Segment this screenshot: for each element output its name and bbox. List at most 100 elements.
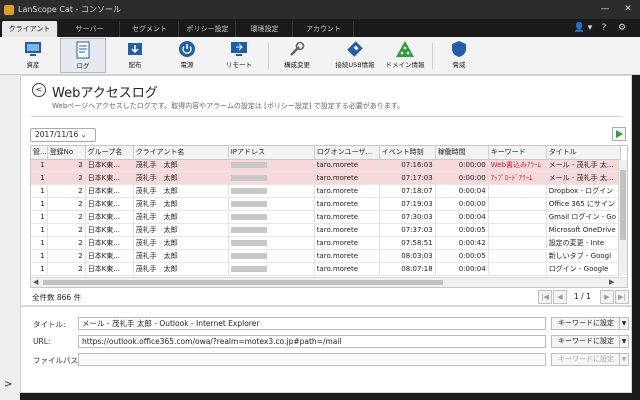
pager: |◀ ◀ 1 / 1 ▶ ▶| bbox=[538, 290, 629, 304]
page-title: Webアクセスログ bbox=[52, 86, 158, 101]
toolbar-threat-button[interactable]: 脅威 bbox=[436, 38, 482, 73]
cell-dur: 0:00:04 bbox=[435, 184, 489, 199]
prev-page-button[interactable]: ◀ bbox=[553, 290, 567, 304]
cell-no: 2 bbox=[47, 171, 86, 186]
help-icon[interactable]: ? bbox=[598, 21, 610, 35]
toolbar-usb-button[interactable]: 接続USB情報 bbox=[330, 38, 380, 73]
app-logo-icon bbox=[4, 4, 14, 15]
expand-chevron-icon[interactable]: > bbox=[4, 379, 12, 390]
window-titlebar: LanScope Cat - コンソール — ✕ bbox=[0, 0, 640, 19]
table-row[interactable]: 1 2 日本K東... 茂礼手 太郎 taro.morete 07:17:03 0:00:0… bbox=[31, 171, 621, 186]
horizontal-scrollbar[interactable]: ◀ ▶ bbox=[31, 277, 627, 287]
tab-segment[interactable]: セグメント bbox=[121, 21, 179, 37]
col-header-group[interactable]: グループ名 bbox=[85, 146, 134, 160]
detail-splitter[interactable] bbox=[21, 305, 631, 307]
export-button[interactable] bbox=[612, 127, 626, 141]
keyword-url-dropdown-icon[interactable]: ▼ bbox=[619, 335, 629, 348]
toolbar-remote-button[interactable]: リモート bbox=[216, 38, 262, 73]
domain-icon bbox=[396, 41, 414, 57]
page-description: Webページへアクセスしたログです。取得内容やアラームの設定は [ポリシー設定]… bbox=[52, 102, 405, 110]
cell-group: 日本K東... bbox=[85, 223, 134, 237]
table-row[interactable]: 1 2 日本K東... 茂礼手 太郎 taro.morete 08:03:03 0:00:0… bbox=[31, 249, 621, 263]
keyword-title-dropdown-icon[interactable]: ▼ bbox=[619, 317, 629, 330]
toolbar-power-button[interactable]: 電源 bbox=[164, 38, 210, 73]
cell-c0: 1 bbox=[31, 236, 48, 250]
cell-client: 茂礼手 太郎 bbox=[133, 184, 229, 199]
col-header-event-time[interactable]: イベント時刻 bbox=[379, 146, 436, 160]
first-page-button[interactable]: |◀ bbox=[538, 290, 552, 304]
scroll-right-arrow-icon[interactable]: ▶ bbox=[609, 278, 614, 286]
toolbar-domain-button[interactable]: ドメイン情報 bbox=[382, 38, 428, 73]
horizontal-scroll-thumb[interactable] bbox=[43, 280, 443, 285]
back-button[interactable]: < bbox=[32, 83, 46, 97]
keyword-path-dropdown-icon[interactable]: ▼ bbox=[619, 353, 629, 366]
col-header-keyword[interactable]: キーワード bbox=[488, 146, 547, 160]
col-header-logon-user[interactable]: ログオンユーザ... bbox=[314, 146, 380, 160]
col-header-title[interactable]: タイトル bbox=[546, 146, 621, 160]
date-select[interactable]: 2017/11/16 ⌄ bbox=[30, 128, 96, 142]
col-header-ip[interactable]: IPアドレス bbox=[228, 146, 315, 160]
tab-server[interactable]: サーバー bbox=[60, 21, 120, 37]
cell-user: taro.morete bbox=[314, 197, 380, 212]
cell-dur: 0:00:04 bbox=[435, 262, 489, 276]
cell-user: taro.morete bbox=[314, 262, 380, 276]
table-row[interactable]: 1 2 日本K東... 茂礼手 太郎 taro.morete 07:16:03 0:00:0… bbox=[31, 159, 621, 173]
cell-kw bbox=[488, 197, 547, 212]
col-header-reg-no[interactable]: 登録No bbox=[47, 146, 86, 160]
cell-dur: 0:00:05 bbox=[435, 249, 489, 263]
cell-no: 2 bbox=[47, 197, 86, 212]
cell-user: taro.morete bbox=[314, 223, 380, 237]
remote-icon bbox=[231, 42, 247, 56]
col-header-duration[interactable]: 稼働時間 bbox=[435, 146, 489, 160]
next-page-button[interactable]: ▶ bbox=[600, 290, 614, 304]
settings-gear-icon[interactable]: ⚙ bbox=[616, 21, 628, 35]
cell-c0: 1 bbox=[31, 223, 48, 237]
tab-policy[interactable]: ポリシー設定 bbox=[180, 21, 236, 37]
toolbar-asset-button[interactable]: 資産 bbox=[10, 38, 56, 73]
minimize-button[interactable]: — bbox=[594, 0, 616, 19]
cell-dur: 0:00:00 bbox=[435, 159, 489, 173]
cell-time: 07:58:51 bbox=[379, 236, 436, 250]
table-row[interactable]: 1 2 日本K東... 茂礼手 太郎 taro.morete 07:30:03 0:00:0… bbox=[31, 210, 621, 224]
toolbar-separator bbox=[268, 43, 269, 69]
vertical-scrollbar[interactable] bbox=[618, 160, 627, 275]
close-button[interactable]: ✕ bbox=[617, 0, 639, 19]
page-indicator: 1 / 1 bbox=[574, 292, 591, 301]
redacted-ip bbox=[230, 265, 267, 272]
redacted-ip bbox=[230, 226, 267, 233]
set-keyword-title-button[interactable]: キーワードに設定 bbox=[551, 317, 621, 330]
date-filter: 2017/11/16 ⌄ bbox=[30, 128, 96, 142]
last-page-button[interactable]: ▶| bbox=[615, 290, 629, 304]
table-row[interactable]: 1 2 日本K東... 茂礼手 太郎 taro.morete 08:07:18 0:00:0… bbox=[31, 262, 621, 276]
set-keyword-path-button[interactable]: キーワードに設定 bbox=[551, 353, 621, 366]
function-toolbar: 資産 ログ 配布 電源 リモート 構成変更 接続USB情報 ドメイン情報 脅威 bbox=[0, 37, 640, 75]
col-header-client[interactable]: クライアント名 bbox=[133, 146, 229, 160]
user-menu-icon[interactable]: 👤 ▾ bbox=[572, 21, 594, 35]
title-field[interactable]: メール - 茂礼手 太郎 - Outlook - Internet Explor… bbox=[78, 317, 546, 330]
set-keyword-url-button[interactable]: キーワードに設定 bbox=[551, 335, 621, 348]
cell-group: 日本K東... bbox=[85, 184, 134, 199]
filepath-field[interactable] bbox=[78, 353, 546, 366]
cell-no: 2 bbox=[47, 184, 86, 199]
tab-account[interactable]: アカウント bbox=[294, 21, 354, 37]
table-row[interactable]: 1 2 日本K東... 茂礼手 太郎 taro.morete 07:58:51 0:00:4… bbox=[31, 236, 621, 250]
scroll-left-arrow-icon[interactable]: ◀ bbox=[33, 278, 38, 286]
toolbar-log-button[interactable]: ログ bbox=[60, 38, 106, 73]
tab-environment[interactable]: 環境設定 bbox=[237, 21, 293, 37]
toolbar-config-button[interactable]: 構成変更 bbox=[274, 38, 320, 73]
toolbar-distribute-button[interactable]: 配布 bbox=[112, 38, 158, 73]
cell-kw bbox=[488, 236, 547, 250]
table-row[interactable]: 1 2 日本K東... 茂礼手 太郎 taro.morete 07:19:03 0:00:0… bbox=[31, 197, 621, 212]
cell-ip bbox=[228, 236, 315, 250]
url-field[interactable]: https://outlook.office365.com/owa/?realm… bbox=[78, 335, 546, 348]
cell-user: taro.morete bbox=[314, 159, 380, 173]
col-header-manage[interactable]: 管... bbox=[31, 146, 48, 160]
vertical-scroll-thumb[interactable] bbox=[620, 170, 626, 240]
cell-title: メール - 茂礼手 太... bbox=[546, 159, 621, 173]
cell-title: メール - 茂礼手 太... bbox=[546, 171, 621, 186]
window-title: LanScope Cat - コンソール bbox=[18, 5, 121, 14]
table-row[interactable]: 1 2 日本K東... 茂礼手 太郎 taro.morete 07:37:03 0:00:0… bbox=[31, 223, 621, 237]
tab-client[interactable]: クライアント bbox=[2, 21, 58, 37]
table-row[interactable]: 1 2 日本K東... 茂礼手 太郎 taro.morete 07:18:07 0:00:0… bbox=[31, 184, 621, 199]
cell-kw: Web書込みｱﾗｰﾑ bbox=[488, 159, 547, 173]
